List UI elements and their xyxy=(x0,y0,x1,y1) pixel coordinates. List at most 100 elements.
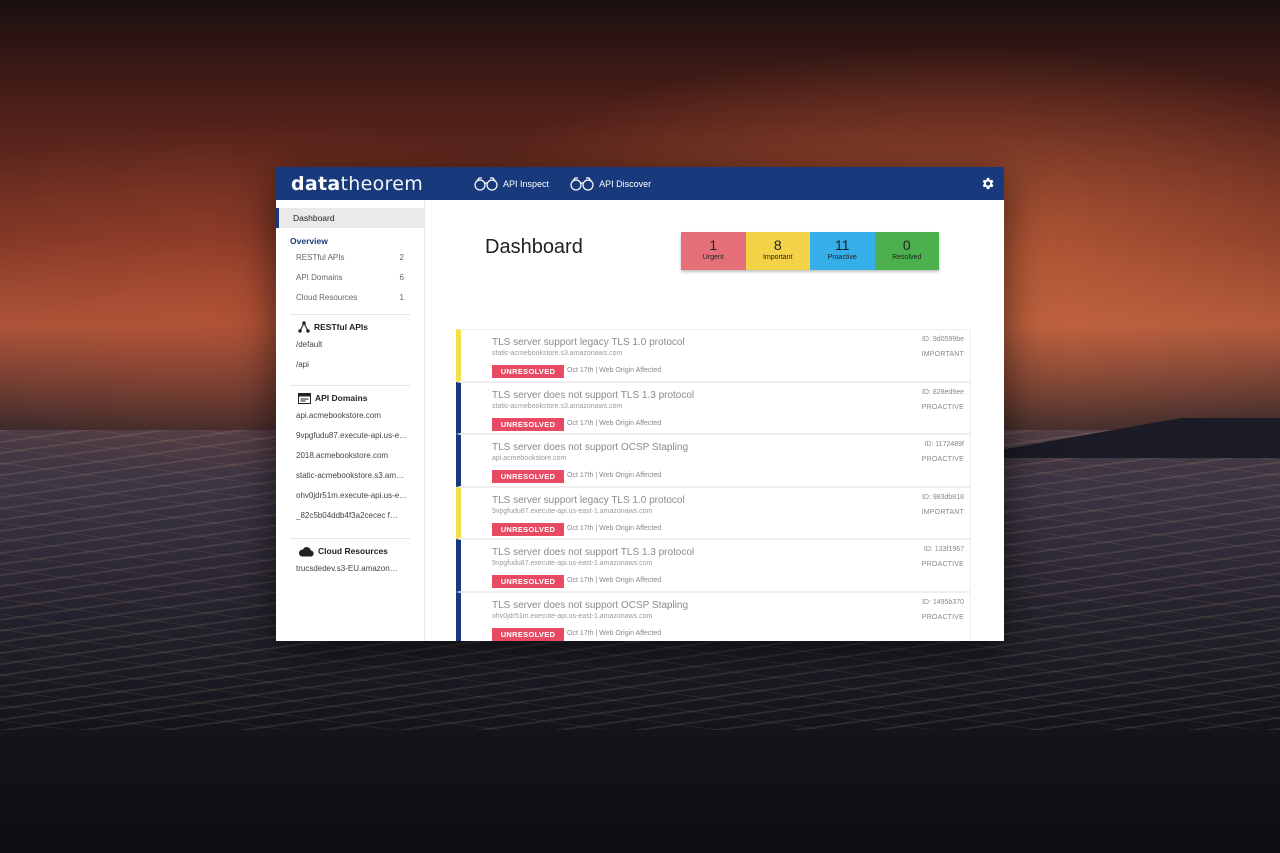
issue-card[interactable]: TLS server does not support TLS 1.3 prot… xyxy=(456,381,971,434)
issue-title: TLS server does not support OCSP Staplin… xyxy=(492,599,689,611)
stat-label: Resolved xyxy=(892,254,922,261)
sidebar-item-count: 2 xyxy=(399,253,404,262)
issue-host: static-acmebookstore.s3.amazonaws.com xyxy=(492,350,623,357)
sidebar-domain-item[interactable]: ohv0jdr51m.execute-api.us-e… xyxy=(290,486,406,506)
sidebar-item-dashboard[interactable]: Dashboard xyxy=(276,208,424,228)
status-badge: UNRESOLVED xyxy=(492,470,564,483)
sidebar-domain-item[interactable]: static-acmebookstore.s3.am… xyxy=(290,466,406,486)
issue-card[interactable]: TLS server does not support OCSP Staplin… xyxy=(456,591,971,641)
network-icon xyxy=(298,321,310,333)
issue-title: TLS server support legacy TLS 1.0 protoc… xyxy=(492,494,685,506)
issue-id: ID: 828ed9ee xyxy=(921,388,964,396)
issue-severity: PROACTIVE xyxy=(921,403,964,411)
issue-host: ohv0jdr51m.execute-api.us-east-1.amazona… xyxy=(492,612,653,620)
nav-api-discover[interactable]: API Discover xyxy=(569,176,652,191)
sidebar-api-item[interactable]: /api xyxy=(290,355,406,375)
issue-meta: Oct 17th | Web Origin Affected xyxy=(567,524,662,532)
sidebar: Dashboard Overview RESTful APIs 2 API Dom… xyxy=(276,200,425,641)
sidebar-domain-item[interactable]: api.acmebookstore.com xyxy=(290,406,406,426)
nav-api-inspect[interactable]: API Inspect xyxy=(473,176,550,191)
stat-count: 0 xyxy=(902,237,911,253)
issue-meta: Oct 17th | Web Origin Affected xyxy=(567,419,662,427)
browser-window-icon xyxy=(298,392,311,404)
status-badge: UNRESOLVED xyxy=(492,417,564,431)
section-title: RESTful APIs xyxy=(314,322,368,332)
page-title: Dashboard xyxy=(485,236,583,258)
nav-label: API Inspect xyxy=(503,178,550,189)
issue-card[interactable]: TLS server support legacy TLS 1.0 protoc… xyxy=(456,329,971,382)
sidebar-domain-item[interactable]: 2018.acmebookstore.com xyxy=(290,446,406,466)
stat-resolved[interactable]: 0 Resolved xyxy=(874,232,939,270)
severity-summary: 1 Urgent 8 Important 11 Proactive 0 Reso… xyxy=(681,232,939,270)
issue-severity: IMPORTANT xyxy=(921,508,964,516)
issue-title: TLS server does not support OCSP Staplin… xyxy=(492,442,689,453)
issue-host: api.acmebookstore.com xyxy=(492,455,567,462)
stat-count: 11 xyxy=(834,237,850,253)
stat-count: 1 xyxy=(709,237,718,253)
background-mountain xyxy=(960,418,1280,458)
status-badge: UNRESOLVED xyxy=(492,522,564,536)
cloud-icon xyxy=(298,546,314,557)
gear-icon[interactable] xyxy=(980,176,995,191)
stat-label: Urgent xyxy=(702,254,724,261)
issue-meta: Oct 17th | Web Origin Affected xyxy=(567,577,662,584)
issue-host: static-acmebookstore.s3.amazonaws.com xyxy=(492,402,623,410)
app-window: datatheorem API Inspect API Discover Das… xyxy=(276,167,1004,641)
binoculars-icon xyxy=(570,176,594,191)
sidebar-item-cloud-resources[interactable]: Cloud Resources 1 xyxy=(276,288,424,308)
section-title: Cloud Resources xyxy=(318,546,388,556)
sidebar-domain-item[interactable]: _82c5b04ddb4f3a2cecec f… xyxy=(290,506,406,526)
issue-id: ID: 133f1967 xyxy=(923,546,964,553)
sidebar-restful-heading: RESTful APIs xyxy=(290,319,410,335)
issue-id: ID: 9d0599be xyxy=(921,336,964,343)
stat-count: 8 xyxy=(773,237,782,253)
stat-urgent[interactable]: 1 Urgent xyxy=(681,232,746,270)
issue-severity: PROACTIVE xyxy=(921,613,964,621)
issue-title: TLS server does not support TLS 1.3 prot… xyxy=(492,389,695,401)
stat-label: Proactive xyxy=(827,254,857,261)
main-content: Dashboard 1 Urgent 8 Important 11 Proact… xyxy=(425,200,1004,641)
issue-title: TLS server does not support TLS 1.3 prot… xyxy=(492,547,695,558)
sidebar-api-item[interactable]: /default xyxy=(290,335,406,355)
sidebar-item-count: 6 xyxy=(399,273,404,282)
sidebar-restful-section: RESTful APIs /default /api xyxy=(290,314,410,375)
stat-proactive[interactable]: 11 Proactive xyxy=(810,232,875,270)
issue-id: ID: 983db818 xyxy=(921,493,964,501)
sidebar-item-label: API Domains xyxy=(296,273,343,282)
issue-card[interactable]: TLS server support legacy TLS 1.0 protoc… xyxy=(456,486,971,539)
issue-severity: PROACTIVE xyxy=(921,561,964,568)
status-badge: UNRESOLVED xyxy=(492,627,564,641)
sidebar-cloud-heading: Cloud Resources xyxy=(290,543,410,559)
stat-important[interactable]: 8 Important xyxy=(745,232,810,270)
issue-host: 9vpgfudu87.execute-api.us-east-1.amazona… xyxy=(492,507,653,515)
top-nav: API Inspect API Discover xyxy=(473,176,671,191)
issue-severity: IMPORTANT xyxy=(921,351,964,358)
sidebar-item-restful-apis[interactable]: RESTful APIs 2 xyxy=(276,248,424,268)
issue-list: TLS server support legacy TLS 1.0 protoc… xyxy=(456,329,971,641)
issue-meta: Oct 17th | Web Origin Affected xyxy=(567,472,662,479)
issue-id: ID: 1495b370 xyxy=(921,598,964,606)
issue-host: 9vpgfudu87.execute-api.us-east-1.amazona… xyxy=(492,560,653,567)
sidebar-domains-heading: API Domains xyxy=(290,390,410,406)
sidebar-cloud-item[interactable]: trucsdedev.s3-EU.amazon… xyxy=(290,559,406,579)
sidebar-overview-heading[interactable]: Overview xyxy=(276,234,424,248)
nav-label: API Discover xyxy=(599,178,652,189)
status-badge: UNRESOLVED xyxy=(492,365,564,378)
logo[interactable]: datatheorem xyxy=(291,173,423,195)
issue-title: TLS server support legacy TLS 1.0 protoc… xyxy=(492,337,685,348)
section-title: API Domains xyxy=(315,393,368,403)
sidebar-cloud-section: Cloud Resources trucsdedev.s3-EU.amazon… xyxy=(290,538,410,579)
sidebar-item-api-domains[interactable]: API Domains 6 xyxy=(276,268,424,288)
sidebar-item-count: 1 xyxy=(399,293,404,302)
sidebar-item-label: RESTful APIs xyxy=(296,253,345,262)
stat-label: Important xyxy=(762,254,793,261)
issue-meta: Oct 17th | Web Origin Affected xyxy=(567,367,662,374)
sidebar-domains-section: API Domains api.acmebookstore.com 9vpgfu… xyxy=(290,385,410,526)
issue-meta: Oct 17th | Web Origin Affected xyxy=(567,629,662,637)
issue-severity: PROACTIVE xyxy=(921,456,964,463)
sidebar-item-label: Cloud Resources xyxy=(296,293,358,302)
sidebar-domain-item[interactable]: 9vpgfudu87.execute-api.us-e… xyxy=(290,426,406,446)
issue-id: ID: 1172489f xyxy=(924,441,964,448)
issue-card[interactable]: TLS server does not support TLS 1.3 prot… xyxy=(456,539,971,592)
issue-card[interactable]: TLS server does not support OCSP Staplin… xyxy=(456,434,971,487)
